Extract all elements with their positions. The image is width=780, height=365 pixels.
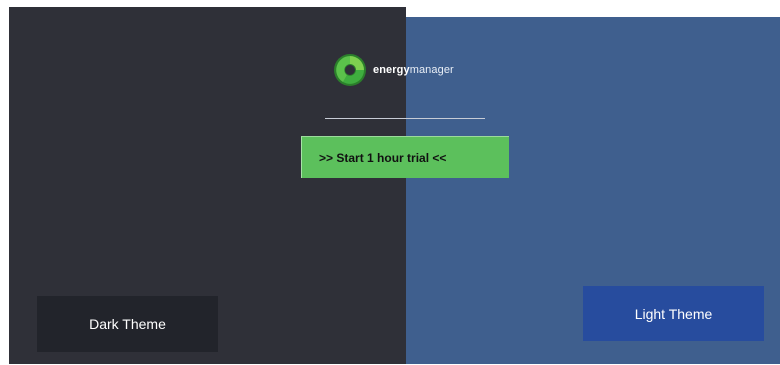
brand-wordmark: energymanager: [373, 64, 454, 76]
dark-theme-button[interactable]: Dark Theme: [37, 296, 218, 352]
divider-line: [325, 118, 485, 119]
theme-selection-screen: energymanager >> Start 1 hour trial << D…: [0, 0, 780, 365]
light-theme-button[interactable]: Light Theme: [583, 286, 764, 341]
brand-wordmark-light: manager: [409, 64, 454, 76]
start-trial-button[interactable]: >> Start 1 hour trial <<: [301, 136, 509, 178]
brand-logo: energymanager: [333, 53, 454, 87]
brand-wordmark-bold: energy: [373, 64, 410, 76]
energy-swirl-logo-icon: [334, 54, 366, 86]
